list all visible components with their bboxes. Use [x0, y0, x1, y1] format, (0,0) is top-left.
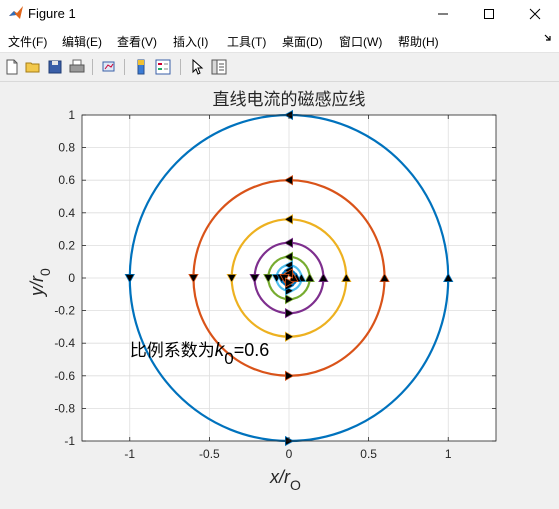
- menu-file[interactable]: 文件(F): [8, 33, 47, 50]
- y-tick-labels: -1 -0.8 -0.6 -0.4 -0.2 0 0.2 0.4 0.6 0.8 1: [54, 108, 75, 448]
- minimize-icon: [438, 13, 448, 15]
- chart-title: 直线电流的磁感应线: [213, 90, 366, 109]
- matlab-icon: [9, 6, 23, 19]
- maximize-button[interactable]: [466, 0, 512, 28]
- close-button[interactable]: [512, 0, 558, 28]
- save-icon[interactable]: [46, 58, 64, 76]
- menu-desktop[interactable]: 桌面(D): [282, 33, 323, 50]
- y-tick-label: -0.6: [54, 369, 75, 383]
- menu-arrow-icon[interactable]: [543, 32, 553, 44]
- x-tick-label: 1: [445, 447, 452, 461]
- x-axis-label-subscript: O: [290, 477, 301, 493]
- menu-bar: 文件(F) 编辑(E) 查看(V) 插入(I) 工具(T) 桌面(D) 窗口(W…: [0, 28, 559, 53]
- magnetic-field-plot[interactable]: -1 -0.5 0 0.5 1 -1 -0.8 -0.6 -0.4 -0.2 0 0.2 0.4 0.6…: [0, 82, 559, 504]
- y-tick-label: 0.4: [58, 206, 75, 220]
- window-title: Figure 1: [28, 6, 76, 21]
- open-file-icon[interactable]: [24, 58, 42, 76]
- menu-tools[interactable]: 工具(T): [227, 33, 266, 50]
- colorbar-icon[interactable]: [132, 58, 150, 76]
- x-tick-label: 0: [286, 447, 293, 461]
- y-tick-label: -0.2: [54, 304, 75, 318]
- menu-edit[interactable]: 编辑(E): [62, 33, 102, 50]
- annotation-value: =0.6: [234, 340, 270, 360]
- maximize-icon: [484, 9, 494, 19]
- toolbar-separator: [92, 59, 93, 75]
- x-tick-labels: -1 -0.5 0 0.5 1: [124, 447, 451, 461]
- menu-insert[interactable]: 插入(I): [173, 33, 208, 50]
- figure-toolbar: [0, 53, 559, 82]
- annotation-subscript: 0: [224, 349, 233, 368]
- link-plot-icon[interactable]: [100, 58, 118, 76]
- figure-area: -1 -0.5 0 0.5 1 -1 -0.8 -0.6 -0.4 -0.2 0 0.2 0.4 0.6…: [0, 82, 559, 504]
- x-tick-label: -0.5: [199, 447, 220, 461]
- select-arrow-icon[interactable]: [188, 58, 206, 76]
- menu-window[interactable]: 窗口(W): [339, 33, 382, 50]
- y-tick-label: 0: [68, 271, 75, 285]
- menu-help[interactable]: 帮助(H): [398, 33, 439, 50]
- annotation-prefix: 比例系数为: [130, 341, 215, 360]
- print-icon[interactable]: [68, 58, 86, 76]
- x-tick-label: 0.5: [360, 447, 377, 461]
- close-icon: [529, 8, 541, 20]
- legend-icon[interactable]: [154, 58, 172, 76]
- x-tick-label: -1: [124, 447, 135, 461]
- y-axis-label: y/r0: [27, 268, 53, 298]
- y-tick-label: -0.8: [54, 401, 75, 415]
- toolbar-separator: [124, 59, 125, 75]
- title-bar: Figure 1: [0, 0, 559, 28]
- new-figure-icon[interactable]: [3, 58, 21, 76]
- toolbar-separator: [180, 59, 181, 75]
- x-axis-label: x/rO: [269, 467, 301, 493]
- menu-view[interactable]: 查看(V): [117, 33, 157, 50]
- property-editor-icon[interactable]: [210, 58, 228, 76]
- y-axis-label-subscript: 0: [37, 268, 53, 276]
- y-tick-label: -1: [64, 434, 75, 448]
- y-tick-label: 0.6: [58, 173, 75, 187]
- y-tick-label: 0.2: [58, 238, 75, 252]
- y-tick-label: -0.4: [54, 336, 75, 350]
- y-tick-label: 0.8: [58, 141, 75, 155]
- y-tick-label: 1: [68, 108, 75, 122]
- minimize-button[interactable]: [420, 0, 466, 28]
